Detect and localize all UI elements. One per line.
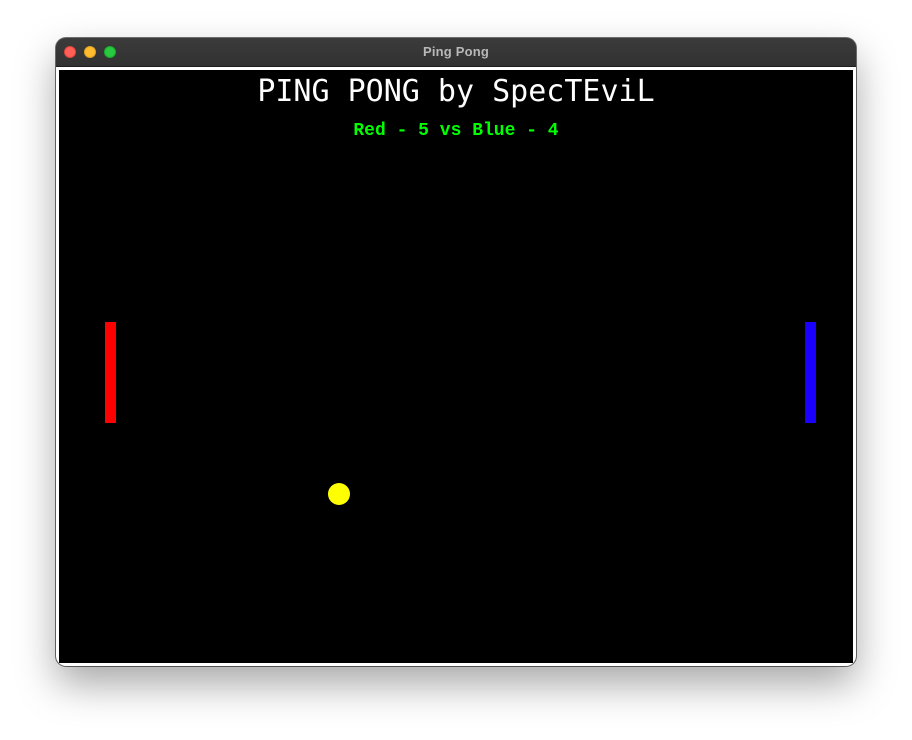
- game-canvas[interactable]: PING PONG by SpecTEviL Red - 5 vs Blue -…: [61, 72, 851, 663]
- red-paddle: [105, 322, 116, 423]
- app-window: Ping Pong PING PONG by SpecTEviL Red - 5…: [56, 38, 856, 666]
- game-title: PING PONG by SpecTEviL: [257, 74, 655, 109]
- score-display: Red - 5 vs Blue - 4: [353, 121, 559, 141]
- window-content: PING PONG by SpecTEviL Red - 5 vs Blue -…: [56, 67, 856, 666]
- title-bar[interactable]: Ping Pong: [56, 38, 856, 67]
- window-title: Ping Pong: [422, 44, 490, 59]
- blue-paddle: [805, 322, 816, 423]
- ball: [328, 483, 350, 505]
